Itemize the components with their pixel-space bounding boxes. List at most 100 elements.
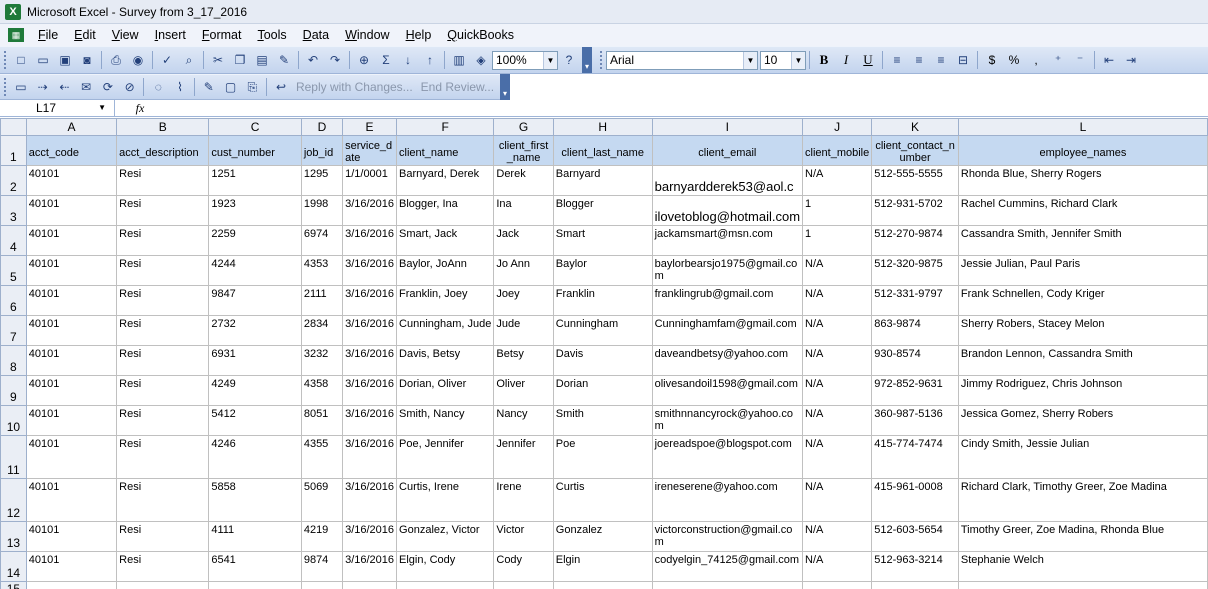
toolbar-grip[interactable] <box>4 78 7 96</box>
table-cell[interactable]: 972-852-9631 <box>871 375 959 406</box>
reply-with-changes-button[interactable]: Reply with Changes... <box>296 80 413 94</box>
column-header-c[interactable]: C <box>208 118 302 136</box>
table-cell[interactable]: 40101 <box>25 285 118 316</box>
table-cell[interactable]: 1251 <box>208 165 302 196</box>
table-cell[interactable]: 40101 <box>25 165 118 196</box>
column-header-d[interactable]: D <box>300 118 344 136</box>
table-cell[interactable]: Cody <box>493 551 554 582</box>
table-cell[interactable]: Resi <box>116 225 210 256</box>
table-cell[interactable]: 1923 <box>208 195 302 226</box>
underline-button[interactable]: U <box>858 50 878 70</box>
row-header[interactable]: 2 <box>0 165 27 196</box>
table-cell[interactable]: Baylor, JoAnn <box>396 255 495 286</box>
table-cell[interactable]: Victor <box>493 521 554 552</box>
table-cell[interactable]: 3232 <box>300 345 344 376</box>
table-cell[interactable]: Cindy Smith, Jessie Julian <box>957 435 1208 479</box>
row-header[interactable]: 7 <box>0 315 27 346</box>
table-cell[interactable]: Cassandra Smith, Jennifer Smith <box>957 225 1208 256</box>
align-left-icon[interactable]: ≡ <box>887 50 907 70</box>
chevron-down-icon[interactable]: ▼ <box>743 51 757 69</box>
new-comment-icon[interactable]: ✎ <box>199 77 219 97</box>
table-cell[interactable]: 40101 <box>25 345 118 376</box>
table-cell[interactable]: 3/16/2016 <box>342 255 398 286</box>
table-cell[interactable]: N/A <box>802 405 873 436</box>
table-cell[interactable]: Elgin <box>552 551 653 582</box>
formula-input[interactable] <box>165 100 1208 116</box>
column-header-h[interactable]: H <box>552 118 653 136</box>
column-header-f[interactable]: F <box>396 118 495 136</box>
print-preview-icon[interactable]: ◉ <box>128 50 148 70</box>
format-painter-icon[interactable]: ✎ <box>274 50 294 70</box>
table-cell[interactable]: 3/16/2016 <box>342 551 398 582</box>
table-cell[interactable]: Resi <box>116 285 210 316</box>
function-icon[interactable]: fx <box>115 101 165 116</box>
table-cell[interactable]: 3/16/2016 <box>342 285 398 316</box>
research-icon[interactable]: ⌕ <box>179 50 199 70</box>
table-cell[interactable]: 3/16/2016 <box>342 315 398 346</box>
send-icon[interactable]: ⇢ <box>33 77 53 97</box>
empty-cell[interactable] <box>802 581 873 589</box>
column-header-k[interactable]: K <box>871 118 959 136</box>
table-cell[interactable]: 5858 <box>208 478 302 522</box>
menu-file[interactable]: File <box>30 24 66 46</box>
table-cell[interactable]: Irene <box>493 478 554 522</box>
table-cell[interactable]: Ina <box>493 195 554 226</box>
bold-button[interactable]: B <box>814 50 834 70</box>
table-cell[interactable]: Oliver <box>493 375 554 406</box>
table-cell[interactable]: jackamsmart@msn.com <box>651 225 804 256</box>
header-cell[interactable]: acct_description <box>116 135 210 166</box>
table-cell[interactable]: N/A <box>802 255 873 286</box>
table-cell[interactable]: Gonzalez, Victor <box>396 521 495 552</box>
table-cell[interactable]: 2111 <box>300 285 344 316</box>
delete-comment-icon[interactable]: ⊘ <box>120 77 140 97</box>
table-cell[interactable]: 3/16/2016 <box>342 225 398 256</box>
menu-format[interactable]: Format <box>194 24 250 46</box>
decrease-decimal-icon[interactable]: ⁻ <box>1070 50 1090 70</box>
table-cell[interactable]: Barnyard <box>552 165 653 196</box>
empty-cell[interactable] <box>300 581 344 589</box>
empty-cell[interactable] <box>342 581 398 589</box>
empty-cell[interactable] <box>957 581 1208 589</box>
currency-button[interactable]: $ <box>982 50 1002 70</box>
table-cell[interactable]: 4355 <box>300 435 344 479</box>
table-cell[interactable]: 9847 <box>208 285 302 316</box>
comment-icon[interactable]: ▢ <box>221 77 241 97</box>
table-cell[interactable]: 40101 <box>25 478 118 522</box>
ink-icon[interactable]: ⌇ <box>170 77 190 97</box>
table-cell[interactable]: Baylor <box>552 255 653 286</box>
table-cell[interactable]: 5412 <box>208 405 302 436</box>
comma-button[interactable]: , <box>1026 50 1046 70</box>
table-cell[interactable]: victorconstruction@gmail.com <box>651 521 804 552</box>
cut-icon[interactable]: ✂ <box>208 50 228 70</box>
table-cell[interactable]: 3/16/2016 <box>342 478 398 522</box>
table-cell[interactable]: Franklin, Joey <box>396 285 495 316</box>
table-cell[interactable]: 5069 <box>300 478 344 522</box>
table-cell[interactable]: olivesandoil1598@gmail.com <box>651 375 804 406</box>
menu-window[interactable]: Window <box>337 24 397 46</box>
table-cell[interactable]: Blogger, Ina <box>396 195 495 226</box>
table-cell[interactable]: Franklin <box>552 285 653 316</box>
table-cell[interactable]: N/A <box>802 315 873 346</box>
table-cell[interactable]: Smart, Jack <box>396 225 495 256</box>
table-cell[interactable]: Resi <box>116 405 210 436</box>
table-cell[interactable]: 8051 <box>300 405 344 436</box>
table-cell[interactable]: N/A <box>802 478 873 522</box>
menu-tools[interactable]: Tools <box>249 24 294 46</box>
table-cell[interactable]: Jack <box>493 225 554 256</box>
table-cell[interactable]: daveandbetsy@yahoo.com <box>651 345 804 376</box>
table-cell[interactable]: N/A <box>802 551 873 582</box>
table-cell[interactable]: Gonzalez <box>552 521 653 552</box>
print-icon[interactable]: ⎙ <box>106 50 126 70</box>
table-cell[interactable]: N/A <box>802 165 873 196</box>
table-cell[interactable]: 4219 <box>300 521 344 552</box>
row-header[interactable]: 1 <box>0 135 27 166</box>
hyperlink-icon[interactable]: ⊕ <box>354 50 374 70</box>
header-cell[interactable]: client_last_name <box>552 135 653 166</box>
row-header[interactable]: 14 <box>0 551 27 582</box>
table-cell[interactable]: Betsy <box>493 345 554 376</box>
table-cell[interactable]: 3/16/2016 <box>342 345 398 376</box>
header-cell[interactable]: cust_number <box>208 135 302 166</box>
menu-insert[interactable]: Insert <box>147 24 194 46</box>
table-cell[interactable]: 2834 <box>300 315 344 346</box>
table-cell[interactable]: 40101 <box>25 225 118 256</box>
